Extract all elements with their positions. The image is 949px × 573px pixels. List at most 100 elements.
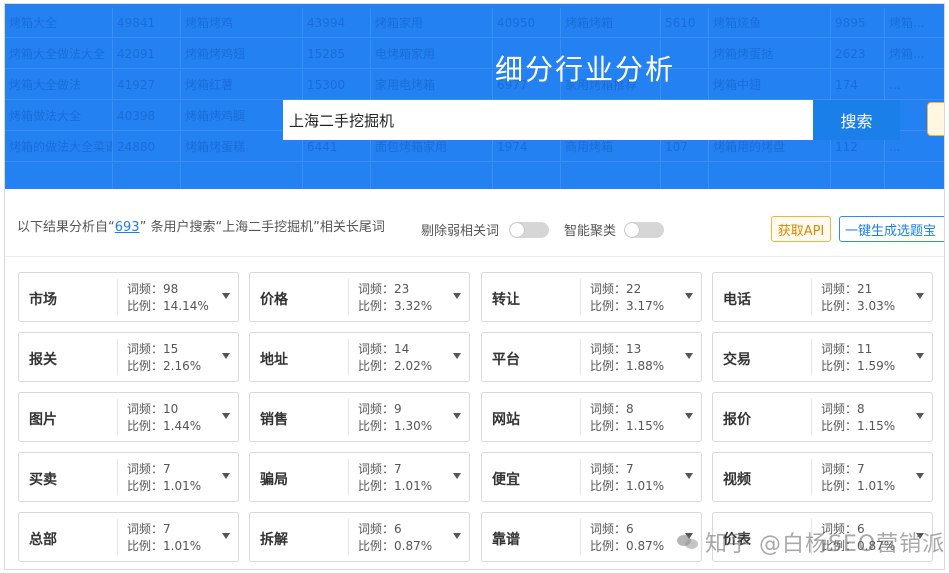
card-separator <box>580 339 581 375</box>
keyword-stats: 词频：11 比例：1.59% <box>821 341 895 375</box>
keyword-card[interactable]: 买卖 词频：7 比例：1.01% <box>18 452 239 502</box>
keyword-card[interactable]: 骗局 词频：7 比例：1.01% <box>249 452 470 502</box>
card-separator <box>117 459 118 495</box>
word-frequency: 词频：11 <box>821 342 873 356</box>
word-frequency: 词频：6 <box>590 522 634 536</box>
get-api-button[interactable]: 获取API <box>771 216 831 242</box>
caret-down-icon[interactable] <box>916 353 924 359</box>
caret-down-icon[interactable] <box>222 473 230 479</box>
word-frequency: 词频：7 <box>127 522 171 536</box>
keyword-label: 总部 <box>29 532 57 548</box>
keyword-card[interactable]: 总部 词频：7 比例：1.01% <box>18 512 239 562</box>
card-separator <box>580 519 581 555</box>
card-separator <box>348 279 349 315</box>
search-button[interactable]: 搜索 <box>813 100 900 140</box>
weak-filter-toggle[interactable] <box>509 222 549 238</box>
keyword-card[interactable]: 价格 词频：23 比例：3.32% <box>249 272 470 322</box>
caret-down-icon[interactable] <box>453 353 461 359</box>
word-frequency: 词频：8 <box>590 402 634 416</box>
keyword-card[interactable]: 地址 词频：14 比例：2.02% <box>249 332 470 382</box>
word-frequency: 词频：7 <box>590 462 634 476</box>
card-separator <box>811 339 812 375</box>
wechat-icon <box>677 533 699 551</box>
caret-down-icon[interactable] <box>685 413 693 419</box>
caret-down-icon[interactable] <box>222 293 230 299</box>
word-ratio: 比例：0.87% <box>358 539 433 553</box>
word-frequency: 词频：6 <box>358 522 402 536</box>
card-separator <box>811 459 812 495</box>
keyword-label: 拆解 <box>260 532 288 548</box>
keyword-label: 买卖 <box>29 472 57 488</box>
page-title: 细分行业分析 <box>495 53 676 86</box>
keyword-card[interactable]: 市场 词频：98 比例：14.14% <box>18 272 239 322</box>
keyword-label: 市场 <box>29 292 57 308</box>
card-separator <box>348 519 349 555</box>
caret-down-icon[interactable] <box>916 473 924 479</box>
result-summary: 以下结果分析自“693” 条用户搜索“上海二手挖掘机”相关长尾词 <box>17 216 385 235</box>
keyword-card[interactable]: 平台 词频：13 比例：1.88% <box>481 332 702 382</box>
keyword-card[interactable]: 交易 词频：11 比例：1.59% <box>712 332 933 382</box>
caret-down-icon[interactable] <box>222 413 230 419</box>
word-ratio: 比例：1.59% <box>821 359 896 373</box>
keyword-card[interactable]: 报价 词频：8 比例：1.15% <box>712 392 933 442</box>
word-frequency: 词频：15 <box>127 342 179 356</box>
caret-down-icon[interactable] <box>916 293 924 299</box>
generate-topics-button[interactable]: 一键生成选题宝 <box>839 216 944 242</box>
smart-cluster-toggle[interactable] <box>624 222 664 238</box>
word-ratio: 比例：1.30% <box>358 419 433 433</box>
keyword-card[interactable]: 图片 词频：10 比例：1.44% <box>18 392 239 442</box>
caret-down-icon[interactable] <box>453 413 461 419</box>
word-ratio: 比例：1.15% <box>821 419 896 433</box>
card-separator <box>117 279 118 315</box>
word-frequency: 词频：14 <box>358 342 410 356</box>
keyword-stats: 词频：8 比例：1.15% <box>821 401 895 435</box>
keyword-stats: 词频：98 比例：14.14% <box>127 281 209 315</box>
word-ratio: 比例：1.15% <box>590 419 665 433</box>
word-ratio: 比例：3.17% <box>590 299 665 313</box>
card-separator <box>811 279 812 315</box>
caret-down-icon[interactable] <box>916 413 924 419</box>
keyword-card[interactable]: 转让 词频：22 比例：3.17% <box>481 272 702 322</box>
watermark: 知乎 @白杨SEO营销派 <box>677 522 945 562</box>
result-count-link[interactable]: 693 <box>115 220 140 235</box>
word-ratio: 比例：1.44% <box>127 419 202 433</box>
hero-banner: 烤箱大全49841烤箱烤鸡43994烤箱家用40950烤箱烤箱5610烤箱烧鱼9… <box>5 4 944 189</box>
keyword-label: 报关 <box>29 352 57 368</box>
keyword-card[interactable]: 网站 词频：8 比例：1.15% <box>481 392 702 442</box>
caret-down-icon[interactable] <box>685 473 693 479</box>
app-frame: 烤箱大全49841烤箱烤鸡43994烤箱家用40950烤箱烤箱5610烤箱烧鱼9… <box>4 3 945 570</box>
keyword-card[interactable]: 销售 词频：9 比例：1.30% <box>249 392 470 442</box>
keyword-label: 视频 <box>723 472 751 488</box>
card-separator <box>348 339 349 375</box>
side-float-tab[interactable] <box>927 102 944 136</box>
card-separator <box>580 279 581 315</box>
word-ratio: 比例：3.32% <box>358 299 433 313</box>
caret-down-icon[interactable] <box>222 533 230 539</box>
keyword-stats: 词频：15 比例：2.16% <box>127 341 201 375</box>
word-ratio: 比例：2.16% <box>127 359 202 373</box>
caret-down-icon[interactable] <box>685 353 693 359</box>
word-frequency: 词频：9 <box>358 402 402 416</box>
caret-down-icon[interactable] <box>453 533 461 539</box>
watermark-text: 知乎 @白杨SEO营销派 <box>705 532 945 557</box>
keyword-card[interactable]: 报关 词频：15 比例：2.16% <box>18 332 239 382</box>
card-separator <box>117 399 118 435</box>
caret-down-icon[interactable] <box>453 293 461 299</box>
word-ratio: 比例：2.02% <box>358 359 433 373</box>
caret-down-icon[interactable] <box>453 473 461 479</box>
keyword-card[interactable]: 靠谱 词频：6 比例：0.87% <box>481 512 702 562</box>
keyword-card[interactable]: 便宜 词频：7 比例：1.01% <box>481 452 702 502</box>
keyword-card[interactable]: 电话 词频：21 比例：3.03% <box>712 272 933 322</box>
keyword-card[interactable]: 视频 词频：7 比例：1.01% <box>712 452 933 502</box>
caret-down-icon[interactable] <box>222 353 230 359</box>
search-input[interactable] <box>283 100 813 140</box>
keyword-stats: 词频：23 比例：3.32% <box>358 281 432 315</box>
word-frequency: 词频：21 <box>821 282 873 296</box>
card-separator <box>348 459 349 495</box>
caret-down-icon[interactable] <box>685 293 693 299</box>
word-frequency: 词频：7 <box>358 462 402 476</box>
keyword-card[interactable]: 拆解 词频：6 比例：0.87% <box>249 512 470 562</box>
word-ratio: 比例：1.01% <box>821 479 896 493</box>
word-ratio: 比例：3.03% <box>821 299 896 313</box>
keyword-stats: 词频：22 比例：3.17% <box>590 281 664 315</box>
